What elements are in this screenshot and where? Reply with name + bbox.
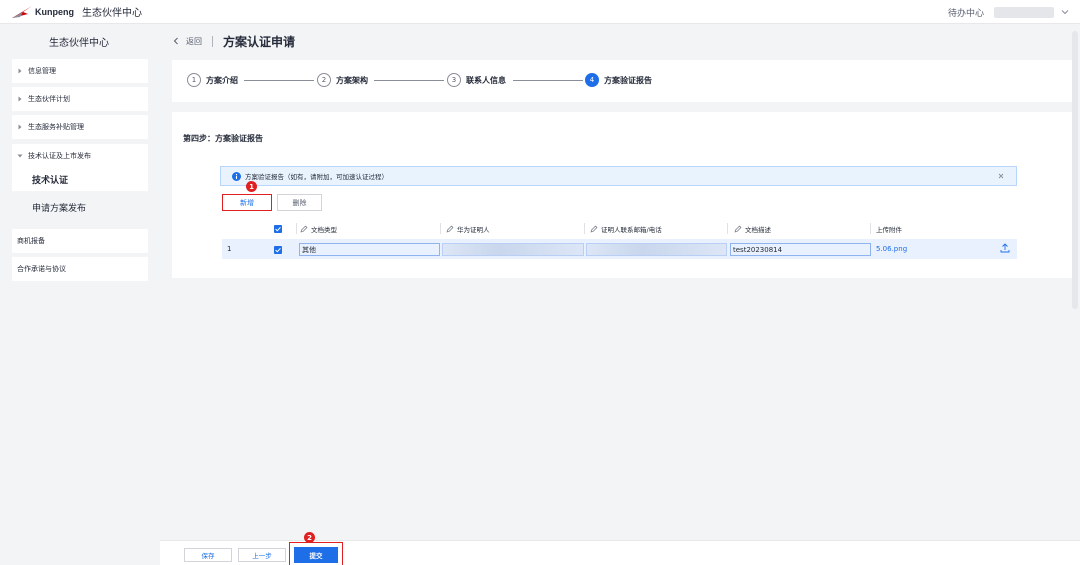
app-title: 生态伙伴中心 — [82, 8, 142, 19]
todo-center-link[interactable]: 待办中心 — [948, 6, 984, 19]
chevron-down-icon[interactable] — [1060, 7, 1070, 17]
huawei-witness-field-redacted[interactable] — [442, 243, 584, 256]
column-divider — [296, 223, 297, 234]
caret-right-icon — [18, 96, 22, 102]
sidebar-item-label: 信息管理 — [28, 67, 56, 75]
sidebar-title: 生态伙伴中心 — [49, 38, 109, 49]
step-2[interactable]: 2 方案架构 — [317, 73, 368, 87]
submit-button[interactable]: 提交 — [294, 547, 338, 563]
page-header: 返回 方案认证申请 — [172, 32, 295, 50]
page-title: 方案认证申请 — [223, 34, 296, 49]
sidebar-item-opportunity-report[interactable]: 商机报备 — [12, 229, 148, 253]
sidebar-item-label: 技术认证及上市发布 — [28, 152, 91, 160]
step-connector — [374, 80, 444, 81]
annotation-badge-1: 1 — [246, 181, 257, 192]
step-number: 1 — [187, 73, 201, 87]
verification-report-card: 第四步：方案验证报告 方案验证报告（如有，请附加，可加速认证过程） 1 新增 删… — [172, 112, 1072, 278]
doc-type-field[interactable]: 其他 — [299, 243, 440, 256]
caret-right-icon — [18, 68, 22, 74]
step-1[interactable]: 1 方案介绍 — [187, 73, 238, 87]
edit-pen-icon — [734, 225, 742, 233]
row-index: 1 — [227, 245, 232, 253]
info-notice: 方案验证报告（如有，请附加，可加速认证过程） — [220, 166, 1017, 186]
sidebar: 生态伙伴中心 信息管理 生态伙伴计划 生态服务补贴管理 技术认证及上市发布 技术… — [0, 24, 160, 565]
step-label: 联系人信息 — [466, 75, 506, 85]
step-label: 方案架构 — [336, 75, 368, 85]
caret-down-icon — [17, 154, 23, 158]
logo[interactable]: Kunpeng 生态伙伴中心 — [11, 4, 142, 19]
brand-name: Kunpeng — [35, 6, 74, 17]
top-bar: Kunpeng 生态伙伴中心 待办中心 — [0, 0, 1080, 24]
column-divider — [440, 223, 441, 234]
page-scrollbar[interactable] — [1072, 31, 1078, 309]
divider — [212, 35, 213, 47]
sidebar-item-label: 生态服务补贴管理 — [28, 123, 84, 131]
chevron-left-icon[interactable] — [172, 37, 180, 45]
save-button[interactable]: 保存 — [184, 548, 232, 562]
sidebar-item-cooperation-agreement[interactable]: 合作承诺与协议 — [12, 257, 148, 281]
step-connector — [513, 80, 583, 81]
section-title: 第四步：方案验证报告 — [183, 134, 263, 143]
steps-progress: 1 方案介绍 2 方案架构 3 联系人信息 4 方案验证报告 — [172, 60, 1072, 102]
delete-button[interactable]: 删除 — [277, 194, 322, 211]
check-icon — [275, 248, 281, 253]
previous-step-button[interactable]: 上一步 — [238, 548, 286, 562]
check-icon — [275, 227, 281, 232]
sidebar-item-label: 申请方案发布 — [32, 203, 87, 214]
step-number: 2 — [317, 73, 331, 87]
step-3[interactable]: 3 联系人信息 — [447, 73, 506, 87]
step-connector — [244, 80, 314, 81]
sidebar-item-tech-certification-release[interactable]: 技术认证及上市发布 — [12, 144, 148, 168]
step-number: 4 — [585, 73, 599, 87]
column-divider — [584, 223, 585, 234]
witness-contact-field-redacted[interactable] — [586, 243, 727, 256]
column-header-attachment: 上传附件 — [876, 226, 902, 234]
annotation-badge-2: 2 — [304, 532, 315, 543]
column-divider — [727, 223, 728, 234]
bottom-action-bar: 保存 上一步 提交 — [160, 540, 1080, 565]
notice-text: 方案验证报告（如有，请附加，可加速认证过程） — [245, 173, 388, 181]
upload-icon[interactable] — [999, 242, 1011, 254]
sidebar-item-solution-release[interactable]: 申请方案发布 — [12, 195, 148, 219]
sidebar-item-tech-certification[interactable]: 技术认证 — [12, 167, 148, 191]
column-divider — [870, 223, 871, 234]
column-header-doc-description: 文档描述 — [734, 222, 771, 236]
add-button[interactable]: 新增 — [222, 194, 272, 211]
sidebar-item-label: 商机报备 — [17, 237, 45, 245]
attachment-link[interactable]: 5.06.png — [876, 245, 907, 253]
sidebar-item-info-management[interactable]: 信息管理 — [12, 59, 148, 83]
sidebar-item-label: 生态伙伴计划 — [28, 95, 70, 103]
column-header-huawei-witness: 华为证明人 — [446, 222, 490, 236]
step-4-current[interactable]: 4 方案验证报告 — [585, 73, 652, 87]
sidebar-item-label: 合作承诺与协议 — [17, 265, 66, 273]
back-link[interactable]: 返回 — [186, 36, 202, 47]
caret-right-icon — [18, 124, 22, 130]
edit-pen-icon — [590, 225, 598, 233]
edit-pen-icon — [446, 225, 454, 233]
row-checkbox[interactable] — [274, 246, 282, 254]
column-header-witness-contact: 证明人联系邮箱/电话 — [590, 222, 662, 236]
info-icon — [232, 171, 241, 181]
sidebar-item-label: 技术认证 — [32, 175, 69, 186]
column-header-doc-type: 文档类型 — [300, 222, 337, 236]
select-all-checkbox[interactable] — [274, 225, 282, 233]
step-number: 3 — [447, 73, 461, 87]
step-label: 方案验证报告 — [604, 75, 652, 85]
sidebar-item-subsidy-management[interactable]: 生态服务补贴管理 — [12, 115, 148, 139]
edit-pen-icon — [300, 225, 308, 233]
doc-description-field[interactable]: test20230814 — [730, 243, 871, 256]
sidebar-item-partner-plan[interactable]: 生态伙伴计划 — [12, 87, 148, 111]
close-icon[interactable] — [996, 171, 1006, 181]
step-label: 方案介绍 — [206, 75, 238, 85]
user-account-placeholder[interactable] — [994, 6, 1054, 18]
kunpeng-logo-icon — [12, 5, 32, 18]
